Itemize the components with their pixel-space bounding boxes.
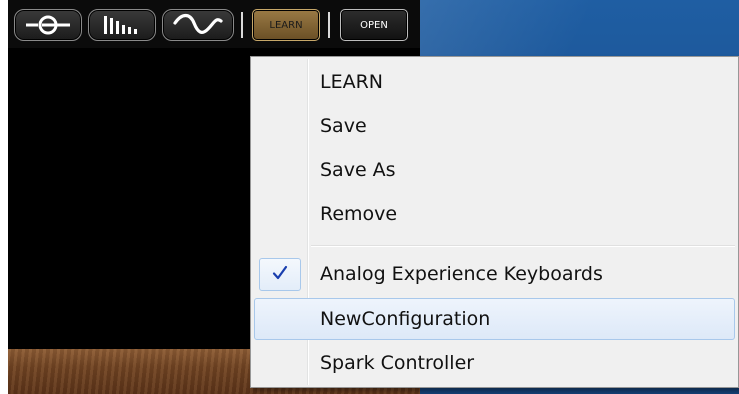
menu-item-save[interactable]: Save bbox=[254, 105, 735, 147]
waveform-icon bbox=[172, 13, 224, 37]
toolbar-divider bbox=[328, 12, 330, 38]
menu-item-label: LEARN bbox=[320, 71, 384, 93]
menu-item-label: Save bbox=[320, 115, 367, 137]
open-button[interactable]: OPEN bbox=[340, 9, 408, 41]
learn-button-label: LEARN bbox=[269, 19, 303, 31]
app-toolbar: LEARN OPEN bbox=[8, 0, 420, 48]
menu-item-newconfiguration[interactable]: NewConfiguration bbox=[254, 298, 735, 340]
screen: LEARN OPEN LEARN Save Save As Remove Ana… bbox=[0, 0, 739, 394]
learn-button[interactable]: LEARN bbox=[252, 9, 320, 41]
connector-icon bbox=[24, 14, 72, 36]
checkmark-icon bbox=[271, 264, 289, 286]
connector-button[interactable] bbox=[14, 9, 82, 41]
menu-item-label: Save As bbox=[320, 159, 396, 181]
menu-item-label: Analog Experience Keyboards bbox=[320, 263, 603, 285]
menu-item-learn[interactable]: LEARN bbox=[254, 61, 735, 103]
context-menu: LEARN Save Save As Remove Analog Experie… bbox=[250, 56, 739, 388]
toolbar-divider bbox=[241, 12, 243, 38]
waveform-button[interactable] bbox=[162, 9, 234, 41]
menu-item-label: Spark Controller bbox=[320, 352, 475, 374]
menu-separator bbox=[311, 245, 735, 247]
checkmark-indicator bbox=[259, 258, 301, 291]
menu-item-remove[interactable]: Remove bbox=[254, 193, 735, 235]
menu-item-spark-controller[interactable]: Spark Controller bbox=[254, 342, 735, 384]
bars-icon bbox=[100, 14, 144, 36]
menu-item-label: Remove bbox=[320, 203, 398, 225]
open-button-label: OPEN bbox=[360, 19, 388, 31]
menu-item-save-as[interactable]: Save As bbox=[254, 149, 735, 191]
menu-item-analog-experience-keyboards[interactable]: Analog Experience Keyboards bbox=[254, 253, 735, 295]
bars-button[interactable] bbox=[88, 9, 156, 41]
menu-item-label: NewConfiguration bbox=[320, 308, 491, 330]
